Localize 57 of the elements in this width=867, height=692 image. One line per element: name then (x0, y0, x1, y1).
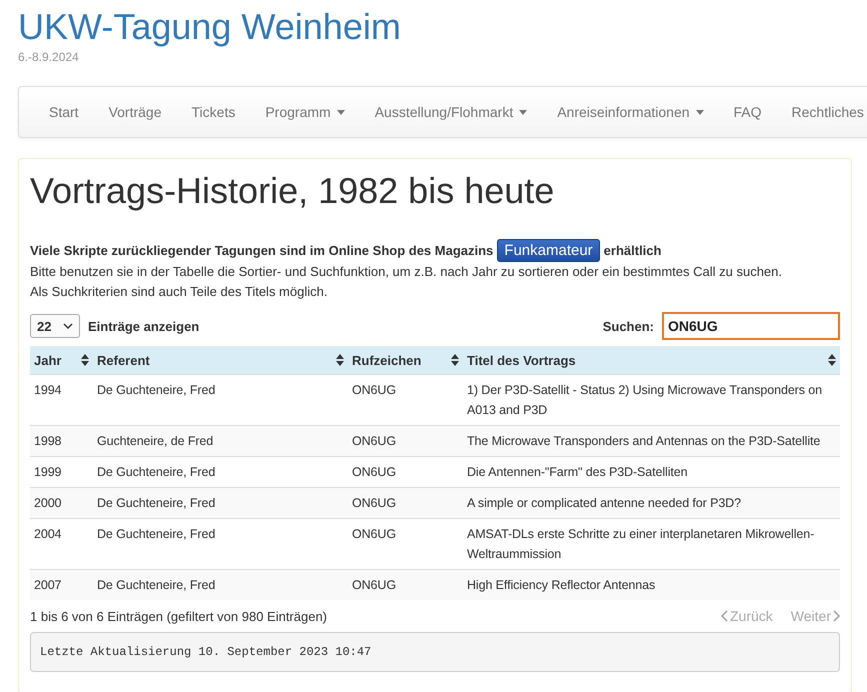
table-cell: 1998 (30, 426, 93, 456)
table-cell: ON6UG (348, 488, 463, 518)
nav-link[interactable]: Programm (250, 87, 360, 137)
nav-link[interactable]: FAQ (718, 87, 777, 137)
table-cell: 1) Der P3D-Satellit - Status 2) Using Microwave Transponders on A013 and P3D (463, 374, 840, 426)
table-info: 1 bis 6 von 6 Einträgen (gefiltert von 980 Einträgen) (30, 608, 328, 624)
table-cell: 2007 (30, 570, 93, 600)
table-cell: De Guchteneire, Fred (93, 518, 348, 570)
column-header[interactable]: Jahr (30, 346, 93, 374)
nav-link[interactable]: Start (34, 87, 94, 137)
sort-icon (828, 354, 836, 366)
page-length-label: Einträge anzeigen (88, 318, 200, 334)
page-heading: Vortrags-Historie, 1982 bis heute (30, 171, 556, 211)
column-header[interactable]: Titel des Vortrags (463, 346, 840, 374)
nav-link[interactable]: Rechtliches (776, 87, 867, 137)
table-cell: 2000 (30, 488, 93, 518)
nav-link[interactable]: Anreiseinformationen (542, 87, 719, 137)
table-cell: AMSAT-DLs erste Schritte zu einer interplanetaren Mikrowellen-Weltraummission (463, 518, 840, 570)
chevron-right-icon (833, 610, 840, 622)
page-length-select[interactable]: 22 (30, 314, 80, 338)
sort-icon (81, 354, 89, 366)
table-cell: 1999 (30, 456, 93, 488)
nav-link[interactable]: Ausstellung/Flohmarkt (360, 87, 542, 137)
search-label: Suchen: (602, 318, 654, 334)
intro-text: erhältlich (604, 243, 662, 258)
table-cell: Guchteneire, de Fred (93, 426, 348, 456)
table-cell: De Guchteneire, Fred (93, 570, 348, 600)
event-date: 6.-8.9.2024 (18, 50, 80, 64)
chevron-left-icon (721, 610, 728, 622)
table-cell: High Efficiency Reflector Antennas (463, 570, 840, 600)
table-cell: ON6UG (348, 518, 463, 570)
sort-icon (336, 354, 344, 366)
column-header[interactable]: Rufzeichen (348, 346, 463, 374)
table-cell: Die Antennen-"Farm" des P3D-Satelliten (463, 456, 840, 488)
column-header[interactable]: Referent (93, 346, 348, 374)
nav-link[interactable]: Vorträge (94, 87, 177, 137)
table-cell: The Microwave Transponders and Antennas on the P3D-Satellite (463, 426, 840, 456)
hint-text: Als Suchkriterien sind auch Teile des Titels möglich. (30, 283, 328, 301)
table-cell: 1994 (30, 374, 93, 426)
site-title[interactable]: UKW-Tagung Weinheim (18, 0, 867, 48)
table-cell: ON6UG (348, 374, 463, 426)
table-cell: 2004 (30, 518, 93, 570)
search-field[interactable]: ON6UG (662, 312, 840, 340)
table-cell: ON6UG (348, 426, 463, 456)
shop-button[interactable]: Funkamateur (497, 239, 600, 262)
last-update-note: Letzte Aktualisierung 10. September 2023 10:47 (30, 632, 840, 672)
table-cell: A simple or complicated antenne needed for P3D? (463, 488, 840, 518)
hint-text: Bitte benutzen sie in der Tabelle die Sortier- und Suchfunktion, um z.B. nach Jahr zu sortieren oder ein bestimmtes Call zu suchen. (30, 263, 783, 281)
table-cell: ON6UG (348, 456, 463, 488)
table-cell: De Guchteneire, Fred (93, 488, 348, 518)
table-cell: De Guchteneire, Fred (93, 456, 348, 488)
table-cell: De Guchteneire, Fred (93, 374, 348, 426)
intro-text: Viele Skripte zurückliegender Tagungen sind im Online Shop des Magazins (30, 243, 494, 258)
nav-link[interactable]: Tickets (176, 87, 250, 137)
table-cell: ON6UG (348, 570, 463, 600)
chevron-down-icon (63, 323, 73, 329)
sort-icon (451, 354, 459, 366)
